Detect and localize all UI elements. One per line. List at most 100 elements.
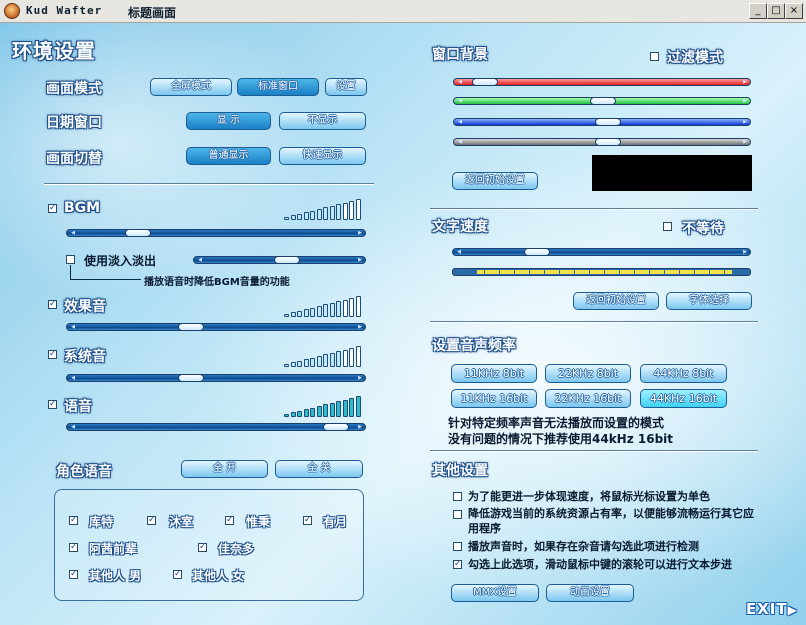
slider-right-arrow-icon[interactable]: ▶	[355, 257, 365, 263]
character-checkbox[interactable]: ✓	[147, 516, 156, 525]
speed-segment	[687, 270, 694, 274]
volume-bar	[284, 314, 289, 317]
bgm-checkbox[interactable]: ✓	[48, 204, 57, 213]
speed-reset-button[interactable]: 返回初始设置	[573, 292, 659, 310]
no-wait-checkbox[interactable]	[663, 222, 672, 231]
character-checkbox[interactable]: ✓	[69, 543, 78, 552]
slider-left-arrow-icon[interactable]: ◀	[455, 79, 465, 85]
system-sound-slider[interactable]: ◀ ▶	[66, 374, 366, 382]
fullscreen-button[interactable]: 全屏模式	[150, 78, 232, 96]
volume-bar	[297, 360, 302, 367]
system-sound-slider-thumb[interactable]	[177, 374, 204, 382]
slider-right-arrow-icon[interactable]: ▶	[740, 249, 750, 255]
slider-right-arrow-icon[interactable]: ▶	[740, 139, 750, 145]
volume-bar	[303, 409, 309, 417]
green-slider[interactable]: ◀ ▶	[453, 97, 751, 105]
bgm-slider[interactable]: ◀ ▶	[66, 229, 366, 237]
slider-left-arrow-icon[interactable]: ◀	[455, 139, 465, 145]
minimize-button[interactable]: _	[749, 3, 767, 19]
fade-slider[interactable]: ◀ ▶	[193, 256, 366, 264]
voice-slider-thumb[interactable]	[322, 423, 349, 431]
sfx-volume-meter	[284, 295, 364, 317]
text-speed-slider-thumb[interactable]	[523, 248, 550, 256]
slider-right-arrow-icon[interactable]: ▶	[355, 424, 365, 430]
character-checkbox[interactable]: ✓	[173, 570, 182, 579]
fade-checkbox[interactable]	[66, 255, 75, 264]
text-speed-preview-bar	[452, 268, 751, 276]
bg-color-preview	[592, 155, 752, 191]
bg-reset-button[interactable]: 返回初始设置	[452, 172, 538, 190]
freq-22khz-16bit-button[interactable]: 22KHz 16bit	[545, 389, 631, 408]
text-speed-slider[interactable]: ◀ ▶	[452, 248, 751, 256]
character-checkbox[interactable]: ✓	[198, 543, 207, 552]
volume-bar	[290, 215, 296, 220]
freq-22khz-8bit-button[interactable]: 22KHz 8bit	[545, 364, 631, 383]
mono-cursor-checkbox[interactable]	[453, 492, 462, 501]
character-checkbox[interactable]: ✓	[69, 516, 78, 525]
all-off-button[interactable]: 全 关	[275, 460, 363, 478]
filter-mode-checkbox[interactable]	[650, 52, 659, 61]
character-checkbox[interactable]: ✓	[225, 516, 234, 525]
voice-label: 语音	[64, 399, 92, 415]
sfx-slider[interactable]: ◀ ▶	[66, 323, 366, 331]
character-checkbox[interactable]: ✓	[303, 516, 312, 525]
noise-check-checkbox[interactable]	[453, 542, 462, 551]
slider-left-arrow-icon[interactable]: ◀	[455, 98, 465, 104]
windowed-button[interactable]: 标准窗口	[237, 78, 319, 96]
voice-checkbox[interactable]: ✓	[48, 400, 57, 409]
volume-bar	[316, 356, 322, 367]
slider-left-arrow-icon[interactable]: ◀	[68, 424, 78, 430]
slider-right-arrow-icon[interactable]: ▶	[355, 324, 365, 330]
maximize-button[interactable]: □	[767, 3, 785, 19]
display-settings-button[interactable]: 设置	[325, 78, 367, 96]
system-sound-checkbox[interactable]: ✓	[48, 350, 57, 359]
exit-button[interactable]: EXIT▶	[746, 600, 798, 618]
alpha-slider[interactable]: ◀ ▶	[453, 138, 751, 146]
slider-left-arrow-icon[interactable]: ◀	[68, 324, 78, 330]
red-slider-thumb[interactable]	[472, 78, 499, 86]
character-checkbox[interactable]: ✓	[69, 570, 78, 579]
slider-left-arrow-icon[interactable]: ◀	[454, 249, 464, 255]
slider-left-arrow-icon[interactable]: ◀	[68, 375, 78, 381]
speed-segment	[544, 270, 552, 274]
freq-11khz-8bit-button[interactable]: 11KHz 8bit	[451, 364, 537, 383]
date-show-button[interactable]: 显 示	[186, 112, 271, 130]
bgm-slider-thumb[interactable]	[124, 229, 151, 237]
blue-slider[interactable]: ◀ ▶	[453, 118, 751, 126]
blue-slider-thumb[interactable]	[595, 118, 622, 126]
freq-11khz-16bit-button[interactable]: 11KHz 16bit	[451, 389, 537, 408]
date-hide-button[interactable]: 不显示	[279, 112, 366, 130]
fast-display-button[interactable]: 快速显示	[279, 147, 366, 165]
slider-left-arrow-icon[interactable]: ◀	[455, 119, 465, 125]
slider-right-arrow-icon[interactable]: ▶	[740, 119, 750, 125]
alpha-slider-thumb[interactable]	[595, 138, 622, 146]
normal-display-button[interactable]: 普通显示	[186, 147, 271, 165]
sfx-slider-thumb[interactable]	[177, 323, 204, 331]
volume-bar	[323, 304, 328, 317]
slider-right-arrow-icon[interactable]: ▶	[355, 375, 365, 381]
wheel-advance-checkbox[interactable]: ✓	[453, 560, 462, 569]
font-select-button[interactable]: 字体选择	[666, 292, 752, 310]
noise-check-label: 播放声音时，如果存在杂音请勾选此项进行检测	[468, 540, 699, 553]
red-slider[interactable]: ◀ ▶	[453, 78, 751, 86]
freq-44khz-8bit-button[interactable]: 44KHz 8bit	[640, 364, 727, 383]
green-slider-thumb[interactable]	[590, 97, 616, 105]
low-resource-label: 降低游戏当前的系统资源占有率，以便能够流畅运行其它应用程序	[468, 507, 754, 535]
close-button[interactable]: ×	[785, 3, 803, 19]
slider-right-arrow-icon[interactable]: ▶	[355, 230, 365, 236]
all-on-button[interactable]: 全 开	[181, 460, 268, 478]
sfx-checkbox[interactable]: ✓	[48, 300, 57, 309]
slider-right-arrow-icon[interactable]: ▶	[740, 79, 750, 85]
animation-settings-button[interactable]: 动画设置	[546, 584, 634, 602]
app-name: Kud Wafter	[26, 4, 103, 17]
fade-slider-thumb[interactable]	[274, 256, 301, 264]
low-resource-checkbox[interactable]	[453, 510, 462, 519]
voice-slider[interactable]: ◀ ▶	[66, 423, 366, 431]
speed-segment	[552, 270, 559, 274]
mmx-settings-button[interactable]: MMX设置	[451, 584, 539, 602]
divider	[430, 321, 758, 323]
slider-right-arrow-icon[interactable]: ▶	[740, 98, 750, 104]
slider-left-arrow-icon[interactable]: ◀	[195, 257, 205, 263]
slider-left-arrow-icon[interactable]: ◀	[68, 230, 78, 236]
freq-44khz-16bit-button[interactable]: 44KHz 16bit	[640, 389, 727, 408]
